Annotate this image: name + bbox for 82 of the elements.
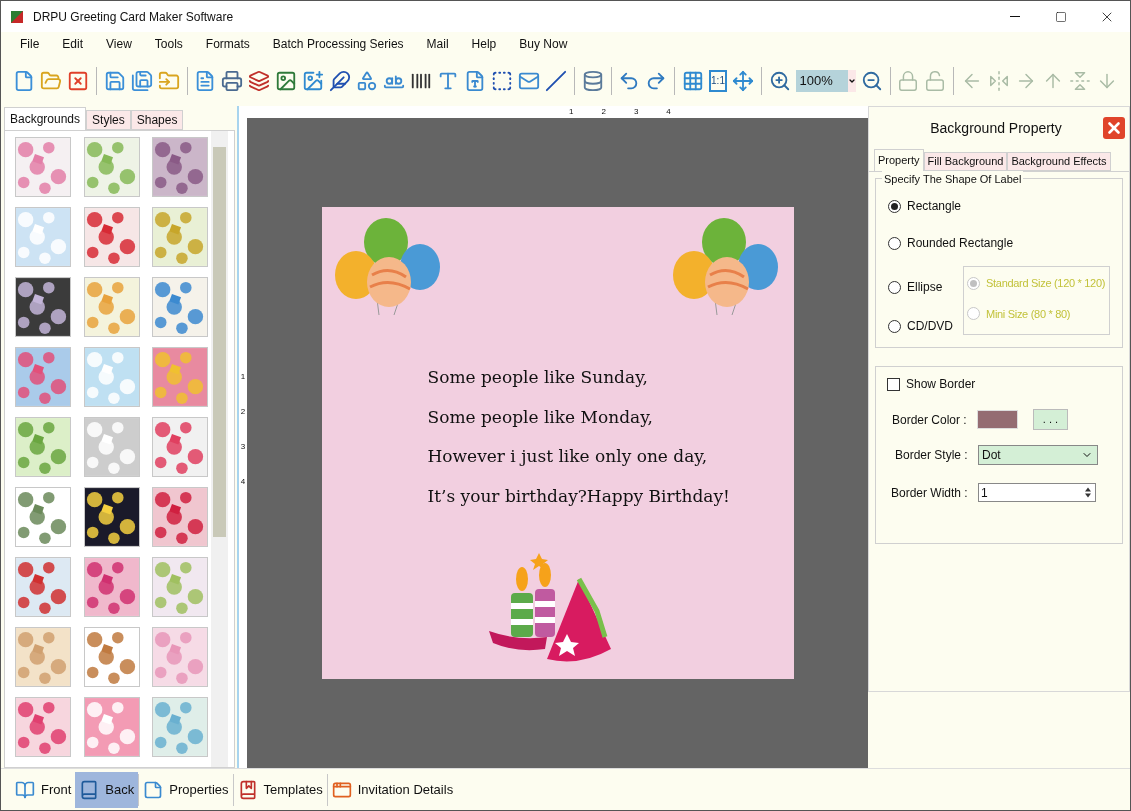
- printer-icon[interactable]: [221, 69, 244, 93]
- spin-arrows-icon[interactable]: [1083, 485, 1093, 500]
- greeting-card[interactable]: Some people like Sunday, Some people like Monday, However i just like only one day, It’s your birthday?Happy Birthday!: [321, 207, 794, 679]
- menu-item[interactable]: View: [106, 35, 132, 53]
- color-picker-button[interactable]: . . .: [1033, 409, 1068, 430]
- open-book-icon: [15, 779, 35, 800]
- menu-item[interactable]: Tools: [154, 35, 183, 53]
- ruler-number: 3: [633, 108, 639, 116]
- card-text[interactable]: It’s your birthday?Happy Birthday!: [427, 483, 794, 509]
- card-text[interactable]: Some people like Monday,: [427, 404, 794, 430]
- bottom-tab[interactable]: Front: [11, 771, 76, 808]
- radio-label: Standard Size (120 * 120): [986, 276, 1106, 291]
- border-width-spinner[interactable]: 1: [978, 483, 1096, 502]
- ruler-number: 1: [569, 108, 574, 116]
- property-tab[interactable]: Fill Background: [923, 152, 1008, 171]
- bottom-tab[interactable]: Invitation Details: [327, 771, 458, 808]
- ruler-number: 4: [666, 108, 671, 116]
- ruler-number: 2: [601, 108, 606, 116]
- checkbox[interactable]: [887, 377, 900, 391]
- border-style-dropdown[interactable]: Dot: [978, 445, 1098, 465]
- menu-item[interactable]: Formats: [205, 35, 250, 53]
- radio-button[interactable]: [888, 199, 901, 213]
- bottom-tab[interactable]: Templates: [233, 771, 327, 808]
- ruler-number: 3: [240, 443, 246, 451]
- radio-label: Rounded Rectangle: [907, 235, 1014, 252]
- shapes-icon[interactable]: [356, 69, 379, 93]
- property-tab[interactable]: Background Effects: [1007, 152, 1111, 171]
- save-icon[interactable]: [103, 69, 126, 93]
- book-icon: [79, 779, 100, 800]
- field-label: Border Style :: [895, 447, 969, 464]
- note-icon: [143, 779, 164, 800]
- menu-item[interactable]: File: [20, 35, 40, 53]
- radio-button[interactable]: [888, 280, 901, 294]
- app-logo-icon: [9, 8, 25, 25]
- database-icon[interactable]: [581, 69, 604, 93]
- ruler-number: 2: [240, 408, 246, 416]
- card-text[interactable]: Some people like Sunday,: [427, 365, 794, 391]
- zoom-combo[interactable]: 100%: [795, 70, 856, 92]
- scrollbar[interactable]: [211, 131, 228, 767]
- color-swatch[interactable]: [977, 410, 1018, 429]
- menu-item[interactable]: Batch Processing Series: [272, 35, 404, 53]
- panel-tab[interactable]: Shapes: [130, 110, 184, 130]
- card-text[interactable]: However i just like only one day,: [427, 444, 794, 470]
- minimize-icon: [1010, 16, 1020, 17]
- panel-title: Background Property: [929, 118, 1063, 138]
- menu-item[interactable]: Edit: [62, 35, 84, 53]
- image-add-icon[interactable]: [302, 69, 325, 93]
- line-icon[interactable]: [545, 69, 568, 93]
- checkbox-label: Show Border: [906, 376, 976, 393]
- menu-item[interactable]: Buy Now: [519, 35, 568, 53]
- ruler-number: 1: [240, 373, 246, 381]
- layers-icon[interactable]: [248, 69, 271, 93]
- zoom-in-icon[interactable]: [768, 69, 791, 93]
- ruler-number: 4: [240, 478, 246, 486]
- feather-pen-icon[interactable]: [329, 69, 352, 93]
- menu-item[interactable]: Help: [471, 35, 497, 53]
- grid-icon[interactable]: [682, 69, 705, 93]
- group-legend: Specify The Shape Of Label: [882, 171, 1024, 188]
- close-icon[interactable]: [67, 69, 89, 93]
- radio-button[interactable]: [888, 236, 901, 250]
- radio-label: CD/DVD: [907, 318, 953, 335]
- bottom-tab[interactable]: Properties: [139, 771, 233, 808]
- actual-size-button[interactable]: 1:1: [709, 70, 727, 92]
- radio-button[interactable]: [888, 319, 901, 333]
- new-file-icon[interactable]: [13, 69, 35, 93]
- panel-tab[interactable]: Backgrounds: [4, 107, 87, 130]
- close-panel-button[interactable]: [1103, 117, 1125, 139]
- window-title: DRPU Greeting Card Maker Software: [33, 8, 234, 26]
- close-icon: [1105, 119, 1123, 137]
- property-tab[interactable]: Property: [874, 149, 924, 171]
- zoom-out-icon[interactable]: [860, 69, 883, 93]
- radio-label: Rectangle: [907, 198, 962, 215]
- save-as-icon[interactable]: [130, 69, 153, 93]
- maximize-icon: [1055, 10, 1067, 23]
- fit-icon[interactable]: [731, 69, 754, 93]
- radio-label: Mini Size (80 * 80): [986, 306, 1071, 322]
- menu-item[interactable]: Mail: [426, 35, 449, 53]
- field-label: Border Width :: [891, 484, 969, 502]
- bottom-tab[interactable]: Back: [75, 771, 139, 808]
- panel-tab[interactable]: Styles: [86, 110, 131, 130]
- field-label: Border Color :: [892, 411, 968, 429]
- radio-label: Ellipse: [907, 279, 943, 296]
